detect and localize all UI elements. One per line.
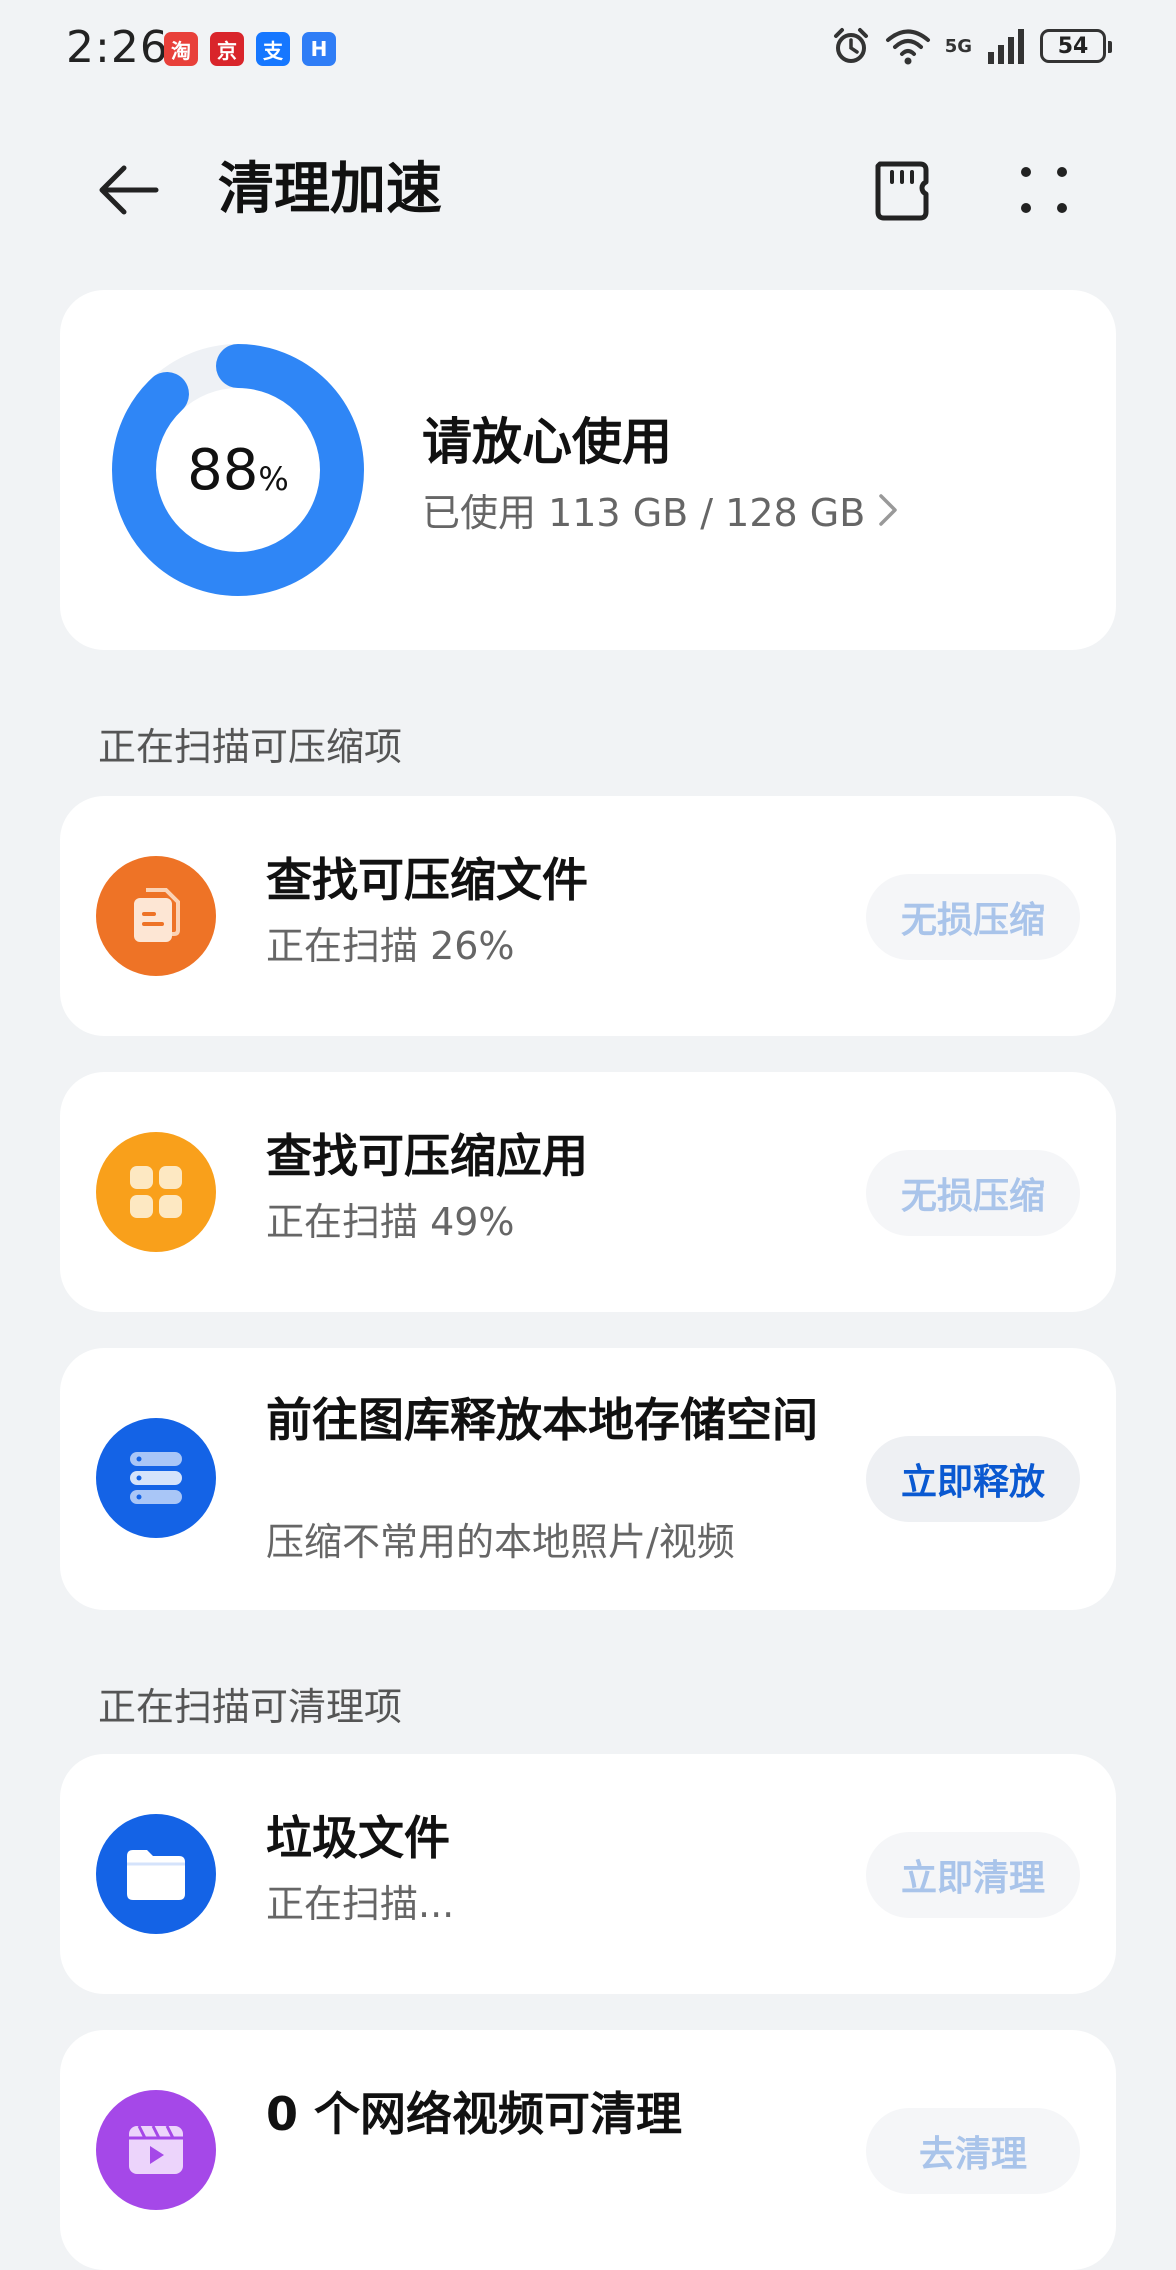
app-notification-icon: H	[302, 32, 336, 66]
storage-status-text: 请放心使用	[422, 413, 672, 471]
storage-percent-value: 88	[187, 437, 259, 503]
status-indicators: 5G 54	[831, 26, 1112, 66]
item-title: 查找可压缩应用	[266, 1129, 588, 1183]
folder-icon	[96, 1814, 216, 1934]
item-subtitle: 正在扫描 26%	[266, 924, 515, 968]
item-subtitle: 正在扫描 49%	[266, 1200, 515, 1244]
item-title: 前往图库释放本地存储空间	[266, 1393, 818, 1447]
section-title-clean: 正在扫描可清理项	[98, 1685, 403, 1729]
storage-stack-icon	[96, 1418, 216, 1538]
list-item-compress-files[interactable]: 查找可压缩文件 正在扫描 26% 无损压缩	[60, 796, 1116, 1036]
item-title: 0 个网络视频可清理	[266, 2087, 683, 2141]
list-item-junk-files[interactable]: 垃圾文件 正在扫描... 立即清理	[60, 1754, 1116, 1994]
storage-usage-text: 已使用 113 GB / 128 GB	[422, 491, 866, 535]
document-icon	[96, 856, 216, 976]
list-item-compress-apps[interactable]: 查找可压缩应用 正在扫描 49% 无损压缩	[60, 1072, 1116, 1312]
apps-grid-icon	[96, 1132, 216, 1252]
item-title: 垃圾文件	[266, 1811, 450, 1865]
list-item-web-videos[interactable]: 0 个网络视频可清理 去清理	[60, 2030, 1116, 2270]
release-now-button[interactable]: 立即释放	[866, 1436, 1080, 1522]
taobao-app-icon: 淘	[164, 32, 198, 66]
storage-percent-label: 88%	[110, 342, 366, 598]
app-header: 清理加速	[0, 130, 1176, 240]
item-subtitle: 压缩不常用的本地照片/视频	[266, 1520, 735, 1564]
jd-app-icon: 京	[210, 32, 244, 66]
network-type: 5G	[944, 35, 972, 57]
back-arrow-icon[interactable]	[90, 150, 170, 230]
go-clean-button[interactable]: 去清理	[866, 2108, 1080, 2194]
storage-percent-unit: %	[258, 460, 289, 498]
video-icon	[96, 2090, 216, 2210]
chevron-right-icon	[879, 493, 898, 526]
lossless-compress-button[interactable]: 无损压缩	[866, 874, 1080, 960]
alipay-app-icon: 支	[256, 32, 290, 66]
page-title: 清理加速	[218, 157, 442, 222]
signal-icon	[988, 29, 1024, 64]
more-options-icon[interactable]	[1004, 150, 1084, 230]
wifi-icon	[885, 29, 930, 65]
clean-now-button[interactable]: 立即清理	[866, 1832, 1080, 1918]
alarm-icon	[833, 28, 868, 63]
battery-icon: 54	[1040, 29, 1112, 63]
list-item-gallery-release[interactable]: 前往图库释放本地存储空间 压缩不常用的本地照片/视频 立即释放	[60, 1348, 1116, 1610]
status-bar: 2:26 淘 京 支 H 5G 54	[0, 0, 1176, 100]
status-time: 2:26	[66, 22, 169, 73]
item-title: 查找可压缩文件	[266, 853, 588, 907]
sd-card-icon[interactable]	[862, 150, 942, 230]
battery-level: 54	[1057, 33, 1089, 59]
storage-summary-card[interactable]: 88% 请放心使用 已使用 113 GB / 128 GB	[60, 290, 1116, 650]
lossless-compress-button[interactable]: 无损压缩	[866, 1150, 1080, 1236]
section-title-compress: 正在扫描可压缩项	[98, 725, 403, 769]
storage-detail-link[interactable]: 已使用 113 GB / 128 GB	[422, 482, 901, 537]
item-subtitle: 正在扫描...	[266, 1882, 455, 1926]
